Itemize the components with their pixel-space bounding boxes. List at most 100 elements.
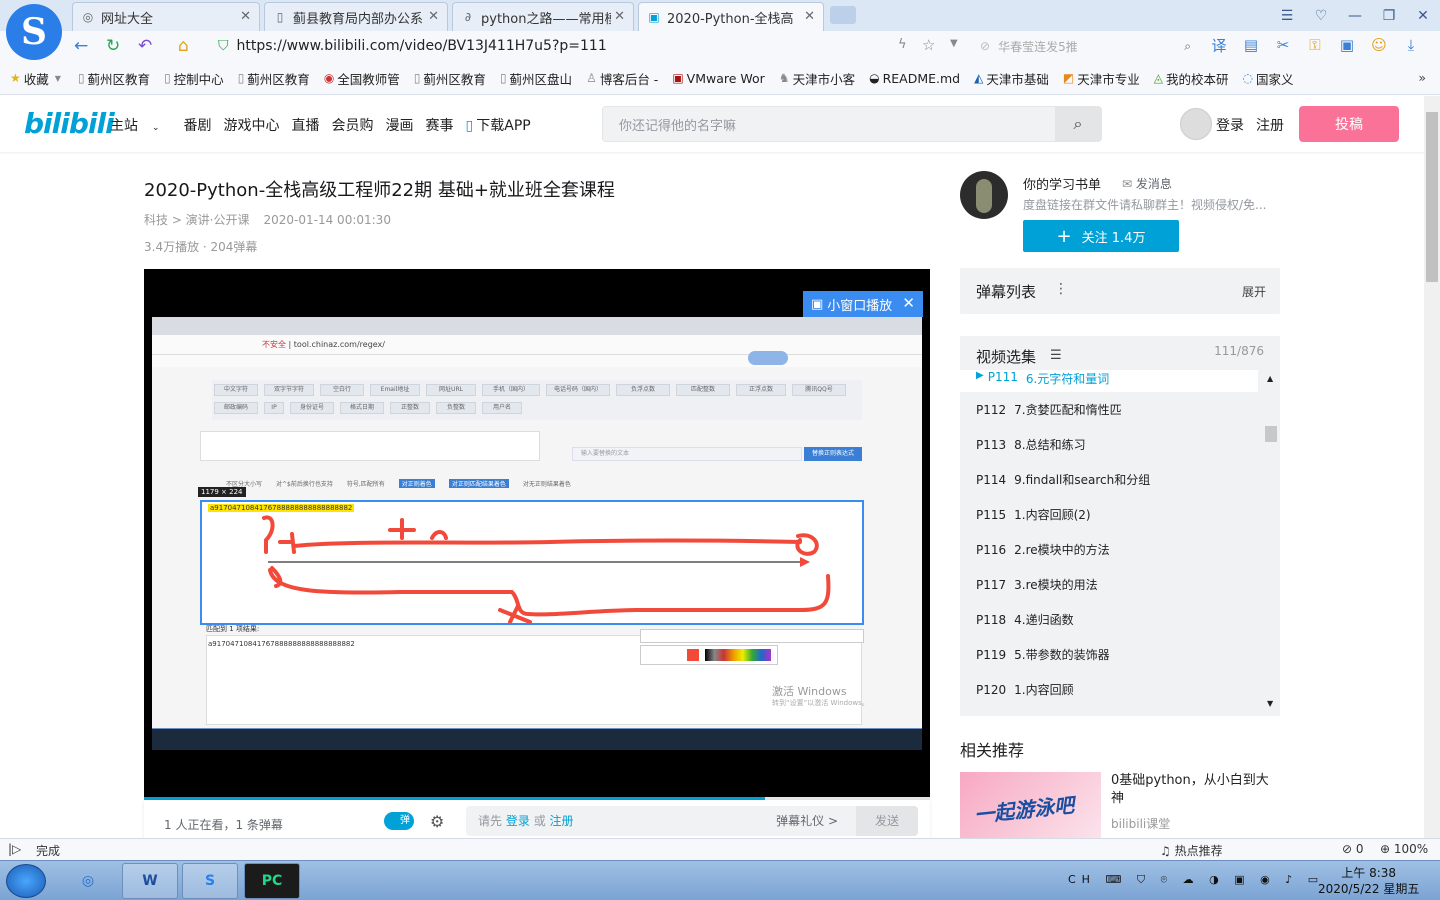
danmaku-toggle[interactable]: 弹 bbox=[384, 812, 414, 830]
url-field[interactable]: ⛉ https://www.bilibili.com/video/BV13J411… bbox=[218, 34, 970, 58]
refresh-icon[interactable]: ↻ bbox=[106, 36, 120, 56]
browser-logo-icon[interactable]: S bbox=[6, 4, 62, 60]
nav-main[interactable]: 主站 ⌄ bbox=[110, 115, 172, 135]
new-tab-button[interactable] bbox=[830, 6, 856, 24]
episode-item[interactable]: P113 8.总结和练习 bbox=[960, 427, 1258, 462]
key-icon[interactable]: ⚿ bbox=[1304, 34, 1326, 56]
translate-icon[interactable]: 译 bbox=[1208, 34, 1230, 56]
site-search-input[interactable]: 你还记得他的名字嘛 ⌕ bbox=[602, 106, 1102, 142]
episode-scrollbar-thumb[interactable] bbox=[1265, 426, 1277, 442]
smile-icon[interactable]: ☺ bbox=[1368, 34, 1390, 56]
tab-active[interactable]: ▣ 2020-Python-全栈高 ✕ bbox=[638, 2, 824, 31]
expand-link[interactable]: 展开 bbox=[1242, 283, 1266, 300]
more-bookmarks-icon[interactable]: » bbox=[1418, 70, 1426, 85]
danmaku-login-link[interactable]: 登录 bbox=[506, 814, 530, 828]
close-icon[interactable]: ✕ bbox=[902, 294, 915, 312]
capture-icon[interactable]: ▣ bbox=[1336, 34, 1358, 56]
page-scrollbar[interactable] bbox=[1424, 96, 1440, 838]
browser-search-input[interactable]: ⊘ 华春莹连发5推 ⌕ bbox=[980, 34, 1195, 58]
bookmark-favorites[interactable]: ★ 收藏 ▼ bbox=[10, 69, 64, 88]
episode-item[interactable]: P117 3.re模块的用法 bbox=[960, 567, 1258, 602]
episode-item[interactable]: P120 1.内容回顾 bbox=[960, 672, 1258, 707]
back-icon[interactable]: ← bbox=[74, 36, 88, 56]
clip-icon[interactable]: ▤ bbox=[1240, 34, 1262, 56]
close-tab-icon[interactable]: ✕ bbox=[614, 9, 625, 24]
tab-2[interactable]: ▯ 蓟县教育局内部办公系统 ✕ bbox=[264, 2, 448, 31]
more-icon[interactable]: ⋮ bbox=[1054, 281, 1068, 297]
bookmark-item[interactable]: ◩ 天津市专业 bbox=[1063, 69, 1140, 88]
star-icon[interactable]: ☆ bbox=[922, 36, 935, 54]
bookmark-item[interactable]: ♞ 天津市小客 bbox=[779, 69, 855, 88]
browser-app-icon[interactable]: S bbox=[182, 863, 238, 899]
bookmark-item[interactable]: ◒ README.md bbox=[869, 71, 960, 86]
start-button[interactable] bbox=[6, 864, 46, 898]
episode-item[interactable]: P112 7.贪婪匹配和惰性匹 bbox=[960, 392, 1258, 427]
lightning-icon[interactable]: ϟ bbox=[898, 37, 907, 52]
bookmark-item[interactable]: ◌ 国家义 bbox=[1242, 69, 1293, 88]
nav-bangumi[interactable]: 番剧 bbox=[184, 115, 212, 135]
minimize-icon[interactable]: — bbox=[1338, 0, 1372, 31]
nav-live[interactable]: 直播 bbox=[292, 115, 320, 135]
danmaku-register-link[interactable]: 注册 bbox=[550, 814, 574, 828]
send-message-link[interactable]: ✉ 发消息 bbox=[1122, 175, 1172, 192]
nav-game[interactable]: 游戏中心 bbox=[224, 115, 280, 135]
close-tab-icon[interactable]: ✕ bbox=[240, 9, 251, 24]
scroll-up-icon[interactable]: ▲ bbox=[1267, 374, 1273, 383]
danmaku-settings-icon[interactable]: ⚙ bbox=[430, 812, 444, 831]
bilibili-logo[interactable]: bilibili bbox=[24, 107, 115, 140]
search-icon[interactable]: ⌕ bbox=[1055, 107, 1101, 141]
bookmark-item[interactable]: ♙ 博客后台 - bbox=[586, 69, 658, 88]
close-tab-icon[interactable]: ✕ bbox=[804, 9, 815, 24]
danmaku-send-button[interactable]: 发送 bbox=[856, 806, 918, 836]
episode-item[interactable]: P118 4.递归函数 bbox=[960, 602, 1258, 637]
download-icon[interactable]: ⤓ bbox=[1400, 34, 1422, 56]
menu-icon[interactable]: ☰ bbox=[1270, 0, 1304, 31]
search-icon[interactable]: ⌕ bbox=[1184, 39, 1191, 54]
close-tab-icon[interactable]: ✕ bbox=[428, 9, 439, 24]
register-link[interactable]: 注册 bbox=[1256, 115, 1284, 135]
scroll-down-icon[interactable]: ▼ bbox=[1267, 699, 1273, 708]
recommend-item-up[interactable]: bilibili课堂 bbox=[1111, 815, 1170, 832]
clock[interactable]: 上午 8:38 2020/5/22 星期五 bbox=[1318, 865, 1419, 897]
uploader-name[interactable]: 你的学习书单 bbox=[1023, 174, 1101, 193]
login-link[interactable]: 登录 bbox=[1216, 115, 1244, 135]
nav-download-app[interactable]: ▯ 下载APP bbox=[466, 115, 543, 135]
home-icon[interactable]: ⌂ bbox=[178, 36, 189, 56]
tab-1[interactable]: ◎ 网址大全 ✕ bbox=[72, 2, 260, 31]
danmaku-etiquette-link[interactable]: 弹幕礼仪 > bbox=[776, 806, 838, 836]
episode-scrollbar[interactable]: ▲ ▼ bbox=[1264, 374, 1278, 708]
bookmark-item[interactable]: ▯ 蓟州区教育 bbox=[238, 69, 310, 88]
word-app-icon[interactable]: W bbox=[122, 863, 178, 899]
episode-item[interactable]: P114 9.findall和search和分组 bbox=[960, 462, 1258, 497]
chevron-down-icon[interactable]: ▼ bbox=[950, 38, 958, 49]
bookmark-item[interactable]: ▯ 控制中心 bbox=[164, 69, 224, 88]
episode-item[interactable]: P119 5.带参数的装饰器 bbox=[960, 637, 1258, 672]
danmaku-input[interactable]: 请先 登录 或 注册 弹幕礼仪 > bbox=[466, 806, 918, 836]
bookmark-item[interactable]: ▯ 蓟州区教育 bbox=[78, 69, 150, 88]
pycharm-app-icon[interactable]: PC bbox=[244, 863, 300, 899]
nav-shop[interactable]: 会员购 bbox=[332, 115, 374, 135]
nav-manga[interactable]: 漫画 bbox=[386, 115, 414, 135]
scissors-icon[interactable]: ✂ bbox=[1272, 34, 1294, 56]
restore-icon[interactable]: ❐ bbox=[1372, 0, 1406, 31]
pip-button[interactable]: ▣ 小窗口播放 ✕ bbox=[803, 291, 923, 317]
nav-match[interactable]: 赛事 bbox=[426, 115, 454, 135]
bookmark-item[interactable]: ▯ 蓟州区盘山 bbox=[500, 69, 572, 88]
bookmark-item[interactable]: ◬ 我的校本研 bbox=[1154, 69, 1229, 88]
zoom-level[interactable]: ⊕ 100% bbox=[1380, 842, 1428, 856]
block-count[interactable]: ⊘ 0 bbox=[1342, 842, 1364, 856]
episode-item-current[interactable]: ▶ P111 6.元字符和量词 bbox=[960, 370, 1258, 392]
upload-button[interactable]: 投稿 bbox=[1299, 106, 1399, 142]
list-icon[interactable]: ☰ bbox=[1050, 348, 1062, 363]
close-window-icon[interactable]: ✕ bbox=[1406, 0, 1440, 31]
cloud-app-icon[interactable]: ◎ bbox=[60, 863, 116, 899]
uploader-avatar[interactable] bbox=[960, 171, 1008, 219]
sidebar-toggle-icon[interactable]: |▷ bbox=[8, 842, 21, 856]
episode-item[interactable]: P115 1.内容回顾(2) bbox=[960, 497, 1258, 532]
bookmark-item[interactable]: ▯ 蓟州区教育 bbox=[414, 69, 486, 88]
category-link[interactable]: 科技 > 演讲·公开课 bbox=[144, 213, 250, 227]
undo-icon[interactable]: ↶ bbox=[138, 36, 152, 56]
recommend-item-title[interactable]: 0基础python，从小白到大神 bbox=[1111, 772, 1281, 808]
page-scrollbar-thumb[interactable] bbox=[1426, 112, 1438, 282]
follow-button[interactable]: + 关注 1.4万 bbox=[1023, 220, 1179, 252]
